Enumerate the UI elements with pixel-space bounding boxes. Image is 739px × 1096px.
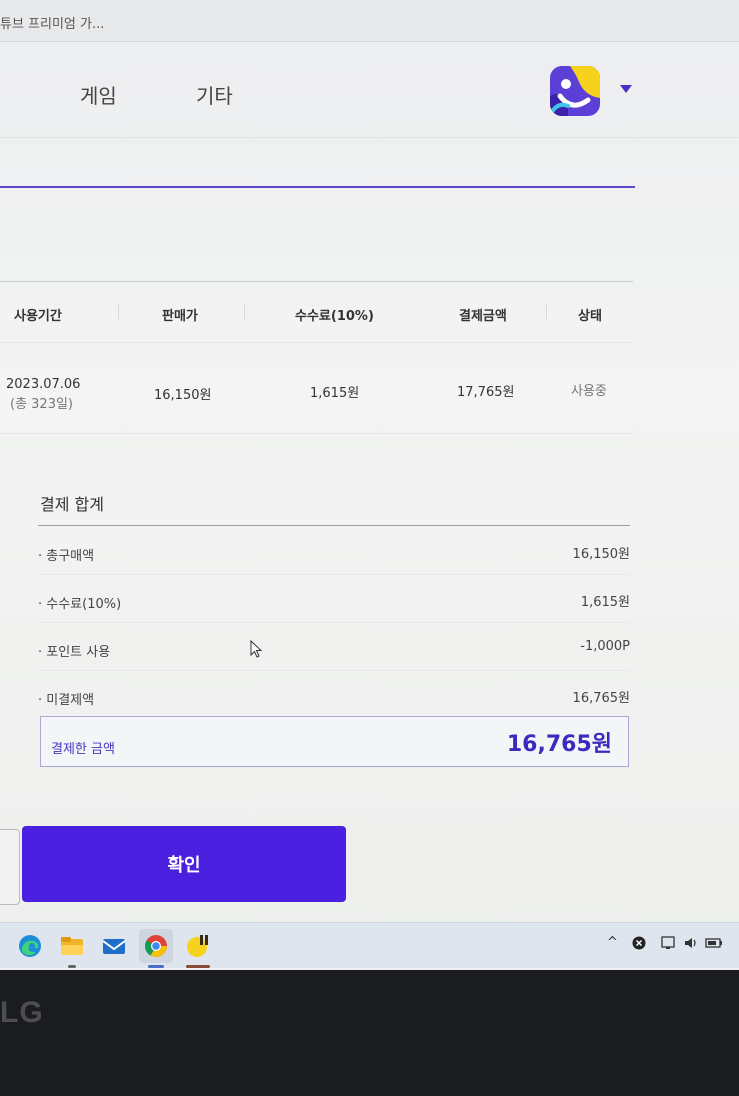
kakaotalk-icon[interactable] (186, 933, 212, 959)
table-bottom-border (0, 433, 633, 434)
edge-icon[interactable] (17, 933, 43, 959)
nav-item-game[interactable]: 게임 (80, 80, 117, 109)
chrome-icon[interactable] (143, 933, 169, 959)
summary-value: 16,150원 (572, 547, 630, 562)
chevron-down-icon[interactable] (620, 85, 632, 93)
column-header-period: 사용기간 (14, 309, 62, 324)
paid-amount-box: 결제한 금액 16,765원 (40, 716, 629, 767)
column-divider (546, 303, 547, 321)
summary-row-unpaid: · 미결제액 16,765원 (38, 671, 630, 719)
column-header-fee: 수수료(10%) (295, 309, 374, 324)
file-explorer-icon[interactable] (59, 933, 85, 959)
lg-logo: LG (0, 996, 44, 1029)
mouse-cursor-icon (250, 640, 263, 658)
column-header-payment: 결제금액 (459, 309, 507, 324)
taskbar-indicator (186, 965, 210, 968)
summary-value: 1,615원 (580, 595, 630, 610)
summary-label: · 총구매액 (38, 549, 95, 564)
mail-icon[interactable] (101, 933, 127, 959)
summary-value: -1,000P (580, 639, 630, 654)
search-underline (0, 186, 635, 188)
column-header-price: 판매가 (162, 309, 198, 324)
windows-taskbar: ^ (0, 922, 739, 968)
summary-label: · 수수료(10%) (38, 597, 122, 612)
table-header-divider (0, 342, 633, 343)
confirm-button[interactable]: 확인 (22, 826, 346, 902)
summary-divider (38, 525, 630, 526)
summary-row-total: · 총구매액 16,150원 (38, 527, 630, 575)
taskbar-indicator (148, 965, 164, 968)
browser-tab-bar: 튜브 프리미엄 가... (0, 0, 739, 42)
network-icon[interactable] (661, 935, 677, 951)
cell-payment: 17,765원 (457, 385, 515, 400)
paid-amount-value: 16,765원 (506, 732, 612, 757)
column-divider (118, 303, 119, 321)
cell-duration: (총 323일) (10, 397, 74, 412)
table-top-border (0, 281, 633, 282)
battery-icon[interactable] (705, 936, 723, 950)
paid-amount-label: 결제한 금액 (51, 742, 115, 757)
taskbar-indicator (68, 965, 76, 968)
close-circle-icon[interactable] (632, 936, 646, 950)
cell-status: 사용중 (571, 384, 607, 399)
summary-label: · 미결제액 (38, 693, 95, 708)
top-navigation: 게임 기타 (0, 42, 739, 138)
summary-title: 결제 합계 (40, 495, 104, 514)
profile-logo-icon[interactable] (550, 66, 600, 116)
browser-tab-title[interactable]: 튜브 프리미엄 가... (0, 13, 104, 32)
summary-row-points: · 포인트 사용 -1,000P (38, 623, 630, 671)
chevron-up-icon[interactable]: ^ (607, 935, 618, 950)
column-divider (244, 303, 245, 321)
summary-row-fee: · 수수료(10%) 1,615원 (38, 575, 630, 623)
summary-value: 16,765원 (572, 691, 630, 706)
summary-label: · 포인트 사용 (38, 645, 111, 660)
cell-price: 16,150원 (154, 388, 212, 403)
cell-fee: 1,615원 (310, 386, 360, 401)
volume-icon[interactable] (683, 935, 699, 951)
browser-screen: 튜브 프리미엄 가... 게임 기타 사용기간 판매가 수수료(10%) 결제금… (0, 0, 739, 970)
back-button[interactable] (0, 829, 20, 905)
cell-date: 2023.07.06 (6, 377, 81, 392)
column-header-status: 상태 (578, 309, 602, 324)
nav-item-etc[interactable]: 기타 (196, 80, 233, 109)
